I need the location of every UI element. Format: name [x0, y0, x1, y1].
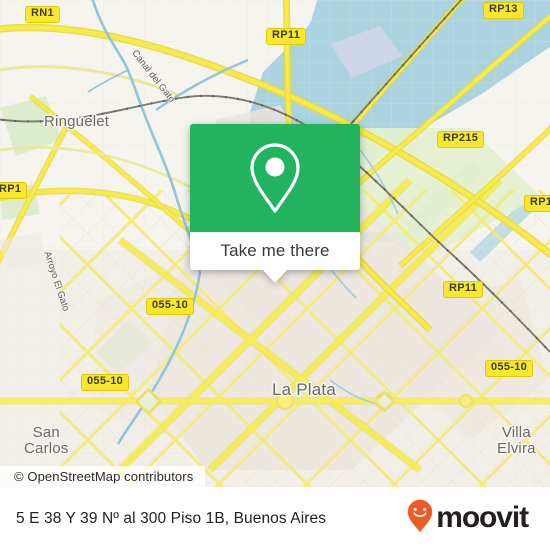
- moovit-wordmark: moovit: [436, 501, 529, 534]
- callout-pin-panel: [190, 124, 360, 232]
- map-canvas[interactable]: Ringuelet La Plata San Carlos Villa Elvi…: [0, 0, 550, 487]
- moovit-smiley-pin-icon: [407, 499, 433, 538]
- location-callout-card[interactable]: Take me there: [190, 124, 360, 283]
- callout-pointer-tip: [262, 269, 288, 283]
- address-text: 5 E 38 Y 39 Nº al 300 Piso 1B, Buenos Ai…: [16, 509, 327, 527]
- footer-bar: 5 E 38 Y 39 Nº al 300 Piso 1B, Buenos Ai…: [0, 487, 550, 550]
- osm-attribution-text: © OpenStreetMap contributors: [14, 469, 194, 484]
- map-pin-icon: [246, 141, 304, 215]
- osm-attribution[interactable]: © OpenStreetMap contributors: [0, 466, 206, 487]
- moovit-map-screenshot: Ringuelet La Plata San Carlos Villa Elvi…: [0, 0, 550, 550]
- moovit-logo[interactable]: moovit: [407, 499, 529, 538]
- callout-action-bar[interactable]: Take me there: [190, 232, 360, 283]
- take-me-there-label: Take me there: [220, 241, 330, 260]
